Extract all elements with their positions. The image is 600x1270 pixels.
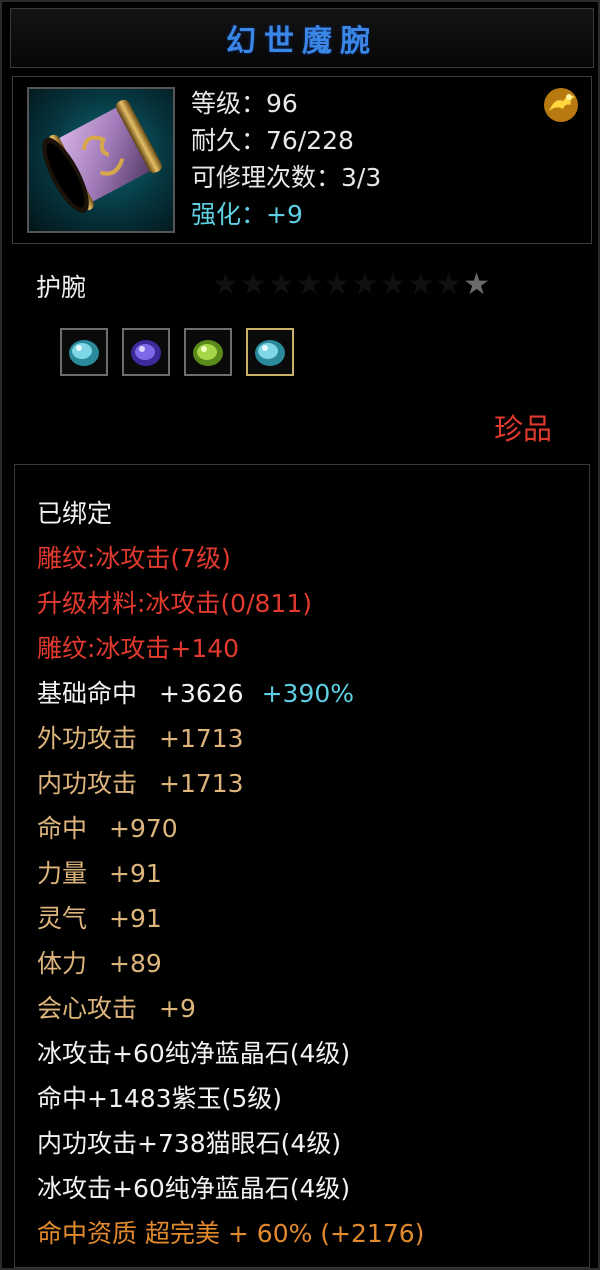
attribute-value: +970	[109, 814, 178, 843]
item-info-panel: 等级：96 耐久：76/228 可修理次数：3/3 强化：+9	[12, 76, 592, 244]
star-icon: ★	[212, 267, 239, 302]
bracer-item-icon	[27, 87, 175, 233]
attribute-row: 会心攻击 +9	[37, 986, 424, 1031]
purple-gem-icon	[131, 340, 161, 366]
attribute-value: +91	[109, 859, 162, 888]
green-gem-icon	[193, 340, 223, 366]
attribute-row: 体力 +89	[37, 941, 424, 986]
star-icon: ★	[295, 267, 323, 302]
attribute-name: 力量	[37, 859, 88, 888]
attribute-value: +1713	[159, 724, 244, 753]
gem-sockets	[60, 328, 294, 376]
attribute-row: 力量 +91	[37, 851, 424, 896]
level-stat: 等级：96	[191, 89, 298, 118]
durability-stat: 耐久：76/228	[191, 126, 354, 155]
attribute-value: +1713	[159, 769, 244, 798]
gem-bonus-line: 内功攻击+738猫眼石(4级)	[37, 1129, 342, 1158]
attribute-value: +89	[109, 949, 162, 978]
attribute-name: 命中	[37, 814, 88, 843]
gem-bonus-line: 命中+1483紫玉(5级)	[37, 1084, 282, 1113]
star-icon: ★	[407, 267, 435, 302]
attribute-name: 内功攻击	[37, 769, 138, 798]
engraving-bonus-line: 雕纹:冰攻击+140	[37, 634, 240, 663]
attribute-name: 会心攻击	[37, 994, 138, 1023]
gem-bonus-line: 冰攻击+60纯净蓝晶石(4级)	[37, 1174, 351, 1203]
attribute-value: +3626	[159, 679, 244, 708]
item-stats: 等级：96 耐久：76/228 可修理次数：3/3 强化：+9	[191, 85, 381, 233]
star-icon: ★	[379, 267, 407, 302]
attribute-name: 灵气	[37, 904, 88, 933]
gem-socket[interactable]	[246, 328, 294, 376]
dragon-badge-icon	[541, 85, 581, 125]
attribute-list: 已绑定 雕纹:冰攻击(7级) 升级材料:冰攻击(0/811) 雕纹:冰攻击+14…	[37, 491, 424, 1256]
engraving-line: 雕纹:冰攻击(7级)	[37, 544, 231, 573]
gem-socket[interactable]	[60, 328, 108, 376]
item-name: 幻世魔腕	[226, 24, 378, 59]
attribute-bonus: +390%	[261, 679, 355, 708]
item-type: 护腕	[36, 273, 87, 302]
attribute-name: 外功攻击	[37, 724, 138, 753]
attribute-value: +91	[109, 904, 162, 933]
attribute-row: 基础命中 +3626 +390%	[37, 671, 424, 716]
star-icon: ★	[351, 267, 379, 302]
attribute-value: +9	[159, 994, 196, 1023]
strengthen-stat: 强化：+9	[191, 200, 303, 229]
bind-status: 已绑定	[37, 499, 113, 528]
attribute-row: 灵气 +91	[37, 896, 424, 941]
gem-bonus-line: 冰攻击+60纯净蓝晶石(4级)	[37, 1039, 351, 1068]
attribute-name: 体力	[37, 949, 88, 978]
star-icon: ★	[267, 267, 295, 302]
star-icon: ★	[239, 267, 267, 302]
title-bar: 幻世魔腕	[10, 8, 594, 68]
attribute-row: 外功攻击 +1713	[37, 716, 424, 761]
star-icon: ★	[463, 267, 491, 302]
cyan-gem-icon	[69, 340, 99, 366]
upgrade-material-line: 升级材料:冰攻击(0/811)	[37, 589, 312, 618]
cyan-gem-icon	[255, 340, 285, 366]
gem-socket[interactable]	[122, 328, 170, 376]
aptitude-line: 命中资质 超完美 + 60% (+2176)	[37, 1219, 425, 1248]
attribute-row: 内功攻击 +1713	[37, 761, 424, 806]
attribute-name: 基础命中	[37, 679, 138, 708]
star-icon: ★	[435, 267, 463, 302]
quality-label: 珍品	[493, 412, 552, 446]
gem-socket[interactable]	[184, 328, 232, 376]
attribute-row: 命中 +970	[37, 806, 424, 851]
item-tooltip: 幻世魔腕 等级：96 耐久：76/228 可修理次数：3/3 强化：+9 护腕 …	[0, 0, 600, 1270]
attributes-panel: 已绑定 雕纹:冰攻击(7级) 升级材料:冰攻击(0/811) 雕纹:冰攻击+14…	[14, 464, 590, 1268]
repair-count-stat: 可修理次数：3/3	[191, 163, 382, 192]
star-rating: ★ ★ ★ ★ ★ ★ ★ ★ ★ ★	[212, 268, 490, 302]
star-icon: ★	[323, 267, 351, 302]
